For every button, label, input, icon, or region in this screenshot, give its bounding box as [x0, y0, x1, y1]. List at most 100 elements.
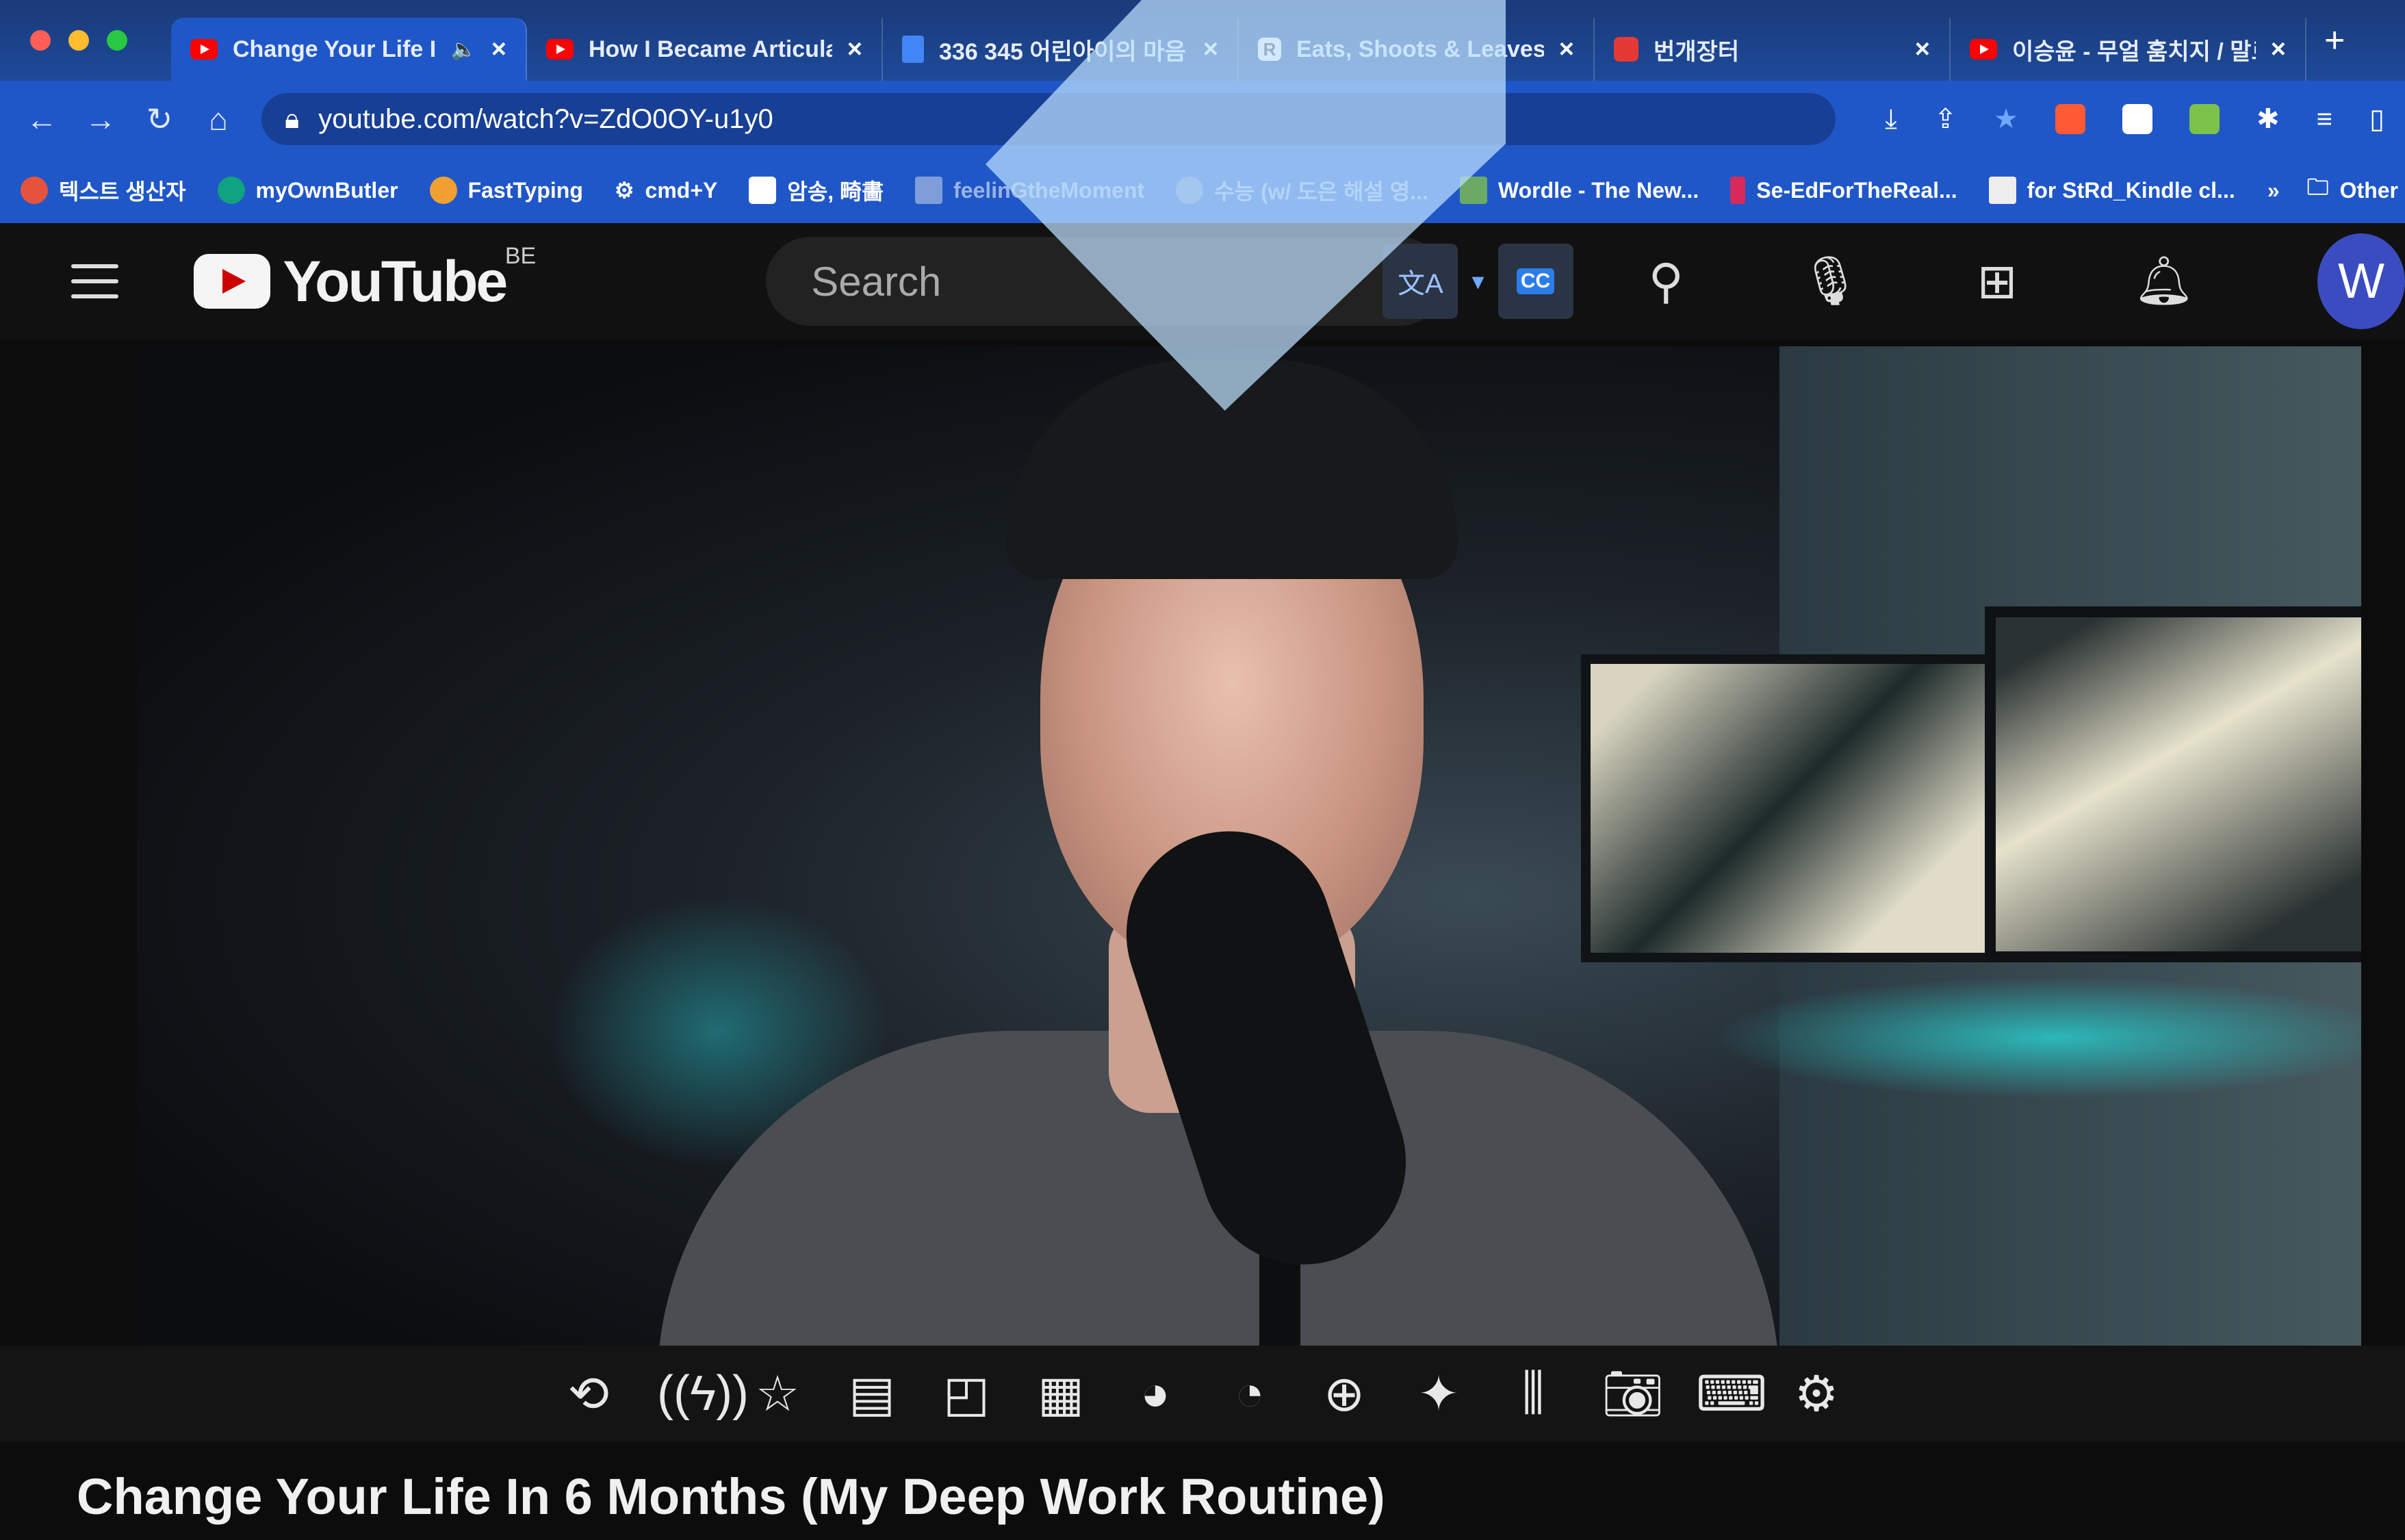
bookmark-item[interactable]: feelinGtheMoment	[915, 177, 1144, 204]
globe-icon	[1176, 177, 1204, 204]
extension-icon[interactable]	[2055, 104, 2086, 134]
screenshot-camera-icon[interactable]: 📷︎	[1602, 1365, 1664, 1423]
more-bookmarks-chevron[interactable]: »	[2267, 178, 2280, 203]
sidepanel-icon[interactable]: ▯	[2369, 103, 2384, 135]
playback-rate-icon[interactable]: ⊕	[1318, 1365, 1370, 1422]
youtube-icon	[546, 39, 574, 60]
close-tab-icon[interactable]: ×	[2271, 35, 2286, 64]
logo-wordmark: YouTube	[283, 248, 508, 313]
close-tab-icon[interactable]: ×	[491, 35, 506, 64]
avatar[interactable]: W	[2317, 233, 2405, 329]
caption-search-button[interactable]: CC	[1497, 244, 1573, 319]
tab-lee-seungyoon[interactable]: 이승윤 - 무얼 훔치지 / 말로 ×	[1951, 18, 2306, 81]
close-tab-icon[interactable]: ×	[1559, 35, 1574, 64]
translate-icon[interactable]: 文A	[1382, 244, 1458, 319]
menu-icon[interactable]	[71, 264, 119, 298]
audio-playing-icon[interactable]: 🔈	[450, 38, 476, 62]
extension-icon[interactable]	[2189, 104, 2220, 134]
star-bookmark-icon[interactable]: ★	[1994, 103, 2018, 135]
bookmark-item[interactable]: Se-EdForTheReal...	[1730, 177, 1957, 204]
youtube-logo[interactable]: YouTube BE	[194, 243, 536, 315]
maximize-window-button[interactable]	[107, 30, 127, 51]
notifications-bell-icon[interactable]: 🔔︎	[2133, 253, 2194, 309]
url-text: youtube.com/watch?v=ZdO0OY-u1y0	[318, 103, 773, 134]
bookmark-item[interactable]: 암송, 畸畵	[749, 175, 884, 206]
toolbar-actions: ⤓ ⇪ ★ ✱ ≡ ▯	[1885, 103, 2384, 135]
microphone-icon[interactable]: 🎙︎	[1800, 253, 1861, 309]
minimize-window-button[interactable]	[68, 30, 89, 51]
create-video-icon[interactable]: ⊞	[1977, 253, 2018, 309]
bookmark-item[interactable]: ⚙ cmd+Y	[615, 177, 718, 203]
bookmark-label: Wordle - The New...	[1497, 177, 1699, 203]
youtube-masthead: YouTube BE Search 文A ▾ CC ⚲ 🎙︎ ⊞ 🔔︎ W	[0, 223, 2405, 339]
reading-list-icon[interactable]: ≡	[2317, 104, 2332, 135]
bookmark-item[interactable]: FastTyping	[429, 177, 583, 204]
youtube-icon	[1970, 39, 1997, 60]
bookmark-label: Other	[2339, 177, 2398, 203]
cinema-icon[interactable]: ▦	[1035, 1365, 1087, 1422]
star-icon[interactable]: ☆	[751, 1365, 803, 1422]
reload-icon[interactable]: ↻	[130, 101, 189, 138]
bookmark-item[interactable]: Wordle - The New...	[1459, 177, 1699, 204]
bookmark-label: 암송, 畸畵	[787, 179, 884, 204]
bookmark-item[interactable]: 수능 (w/ 도은 해설 영...	[1176, 175, 1428, 206]
tab-title: 번개장터	[1654, 38, 1740, 65]
bookmark-label: FastTyping	[467, 177, 583, 203]
search-input[interactable]: Search	[766, 237, 1445, 326]
tab-google-doc[interactable]: 336 345 어린아이의 마음 ×	[883, 18, 1239, 81]
bookmark-item[interactable]: myOwnButler	[217, 177, 398, 204]
audio-boost-icon[interactable]: ((ϟ))	[657, 1365, 749, 1422]
bookmark-item[interactable]: for StRd_Kindle cl...	[1988, 177, 2235, 204]
gear-icon: ⚙	[614, 178, 634, 203]
search-placeholder: Search	[811, 258, 942, 305]
dropdown-arrow-icon[interactable]: ▾	[1471, 267, 1484, 296]
bookmark-icon	[1730, 177, 1746, 204]
tab-how-i-became-articulate[interactable]: How I Became Articulate ×	[527, 18, 883, 81]
settings-gear-icon[interactable]: ⚙	[1790, 1365, 1842, 1422]
search-icon[interactable]: ⚲	[1649, 253, 1684, 309]
tab-title: 336 345 어린아이의 마음	[939, 38, 1186, 65]
bookmark-label: 수능 (w/ 도은 해설 영...	[1214, 179, 1428, 204]
view-mode-icon[interactable]: ▤	[846, 1365, 898, 1422]
red-circle-icon	[21, 177, 48, 204]
background-monitor	[1985, 606, 2361, 962]
cc-badge: CC	[1516, 268, 1555, 294]
aspect-ratio-icon[interactable]: ◰	[940, 1365, 992, 1422]
share-icon[interactable]: ⇪	[1934, 103, 1957, 135]
folder-icon	[915, 177, 943, 204]
close-tab-icon[interactable]: ×	[847, 35, 862, 64]
enhance-icon[interactable]: ✦	[1413, 1365, 1465, 1422]
video-player[interactable]	[137, 346, 2361, 1346]
mirror-icon[interactable]: ⫼	[1507, 1365, 1559, 1422]
window-controls	[30, 30, 127, 51]
youtube-play-icon	[194, 254, 271, 309]
puzzle-extensions-icon[interactable]: ✱	[2256, 103, 2280, 135]
bookmark-label: cmd+Y	[645, 177, 718, 203]
r-icon	[749, 177, 777, 204]
bookmark-item[interactable]: 텍스트 생산자	[21, 175, 186, 206]
masthead-actions: ⚲ 🎙︎ ⊞ 🔔︎	[1649, 253, 2195, 309]
other-bookmarks-folder[interactable]: 🗀 Other	[2307, 172, 2398, 209]
tab-change-your-life[interactable]: Change Your Life In 6 🔈 ×	[171, 18, 527, 81]
keyboard-icon[interactable]: ⌨	[1696, 1365, 1767, 1422]
forward-arrow-icon[interactable]: →	[71, 101, 130, 138]
browser-tab-strip: Change Your Life In 6 🔈 × How I Became A…	[0, 0, 2405, 81]
color-filter-icon[interactable]: ◕	[1129, 1365, 1181, 1422]
youtube-icon	[190, 39, 218, 60]
close-tab-icon[interactable]: ×	[1915, 35, 1930, 64]
home-icon[interactable]: ⌂	[189, 101, 248, 138]
close-window-button[interactable]	[30, 30, 51, 51]
new-tab-button[interactable]: +	[2324, 20, 2345, 61]
close-tab-icon[interactable]: ×	[1203, 35, 1218, 64]
loop-icon[interactable]: ⟲	[563, 1365, 615, 1422]
speed-gauge-icon[interactable]: ◔	[1224, 1365, 1276, 1422]
r-extension-icon[interactable]	[2122, 104, 2153, 134]
bookmark-label: 텍스트 생산자	[59, 179, 186, 204]
bookmark-label: myOwnButler	[255, 177, 398, 203]
tab-bungaejangter[interactable]: 번개장터 ×	[1595, 18, 1951, 81]
install-icon[interactable]: ⤓	[1885, 104, 1897, 135]
tab-eats-shoots-leaves[interactable]: R Eats, Shoots & Leaves b ×	[1239, 18, 1595, 81]
url-field[interactable]: 🔒︎ youtube.com/watch?v=ZdO0OY-u1y0	[261, 93, 1836, 145]
player-extension-controls: ⟲ ((ϟ)) ☆ ▤ ◰ ▦ ◕ ◔ ⊕ ✦ ⫼ 📷︎ ⌨ ⚙	[0, 1346, 2405, 1441]
back-arrow-icon[interactable]: ←	[12, 101, 71, 138]
